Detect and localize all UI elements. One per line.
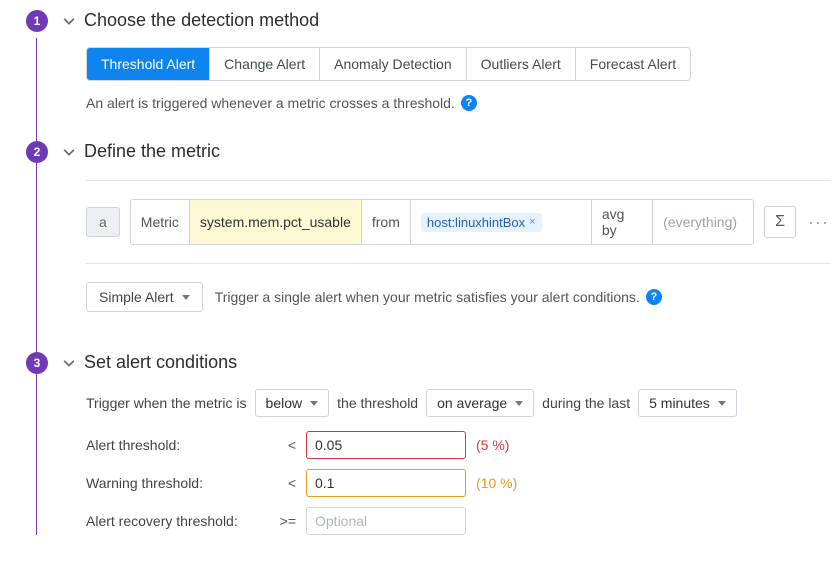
scope-tag-text: host:linuxhintBox	[427, 215, 525, 230]
recovery-threshold-operator: >=	[276, 513, 296, 529]
step1-header[interactable]: Choose the detection method	[62, 10, 831, 31]
metric-label: Metric	[131, 200, 190, 244]
tab-forecast-alert[interactable]: Forecast Alert	[576, 48, 690, 80]
metric-query-builder: Metric system.mem.pct_usable from host:l…	[130, 199, 754, 245]
query-row-label: a	[86, 207, 120, 237]
scope-tag[interactable]: host:linuxhintBox ×	[421, 213, 542, 232]
comparison-dropdown[interactable]: below	[255, 389, 330, 417]
time-window-dropdown[interactable]: 5 minutes	[638, 389, 737, 417]
step3-header[interactable]: Set alert conditions	[62, 352, 831, 373]
tab-threshold-alert[interactable]: Threshold Alert	[87, 48, 210, 80]
warning-threshold-label: Warning threshold:	[86, 475, 266, 491]
chevron-down-icon	[182, 295, 190, 300]
step3-title: Set alert conditions	[84, 352, 237, 373]
alert-threshold-operator: <	[276, 437, 296, 453]
more-icon[interactable]: ···	[806, 212, 831, 233]
sigma-button[interactable]: Σ	[764, 206, 796, 238]
chevron-down-icon	[62, 356, 76, 370]
tab-change-alert[interactable]: Change Alert	[210, 48, 320, 80]
step-number-3: 3	[26, 352, 48, 374]
step2-title: Define the metric	[84, 141, 220, 162]
alert-type-value: Simple Alert	[99, 289, 174, 305]
recovery-threshold-input[interactable]	[306, 507, 466, 535]
cond-text: the threshold	[337, 395, 418, 411]
warning-threshold-input[interactable]	[306, 469, 466, 497]
close-icon[interactable]: ×	[529, 216, 535, 228]
chevron-down-icon	[62, 145, 76, 159]
recovery-threshold-label: Alert recovery threshold:	[86, 513, 266, 529]
metric-input[interactable]: system.mem.pct_usable	[190, 200, 361, 244]
chevron-down-icon	[310, 401, 318, 406]
help-icon[interactable]: ?	[646, 289, 662, 305]
warning-threshold-percent: (10 %)	[476, 475, 517, 491]
chevron-down-icon	[515, 401, 523, 406]
aggregation-dropdown[interactable]: on average	[426, 389, 534, 417]
chevron-down-icon	[62, 14, 76, 28]
step-number-1: 1	[26, 10, 48, 32]
chevron-down-icon	[718, 401, 726, 406]
cond-text: Trigger when the metric is	[86, 395, 247, 411]
alert-type-description: Trigger a single alert when your metric …	[215, 289, 640, 305]
alert-threshold-input[interactable]	[306, 431, 466, 459]
tab-outliers-alert[interactable]: Outliers Alert	[467, 48, 576, 80]
help-icon[interactable]: ?	[461, 95, 477, 111]
from-scope-input[interactable]: host:linuxhintBox ×	[411, 200, 591, 244]
from-label: from	[361, 200, 411, 244]
comparison-value: below	[266, 395, 303, 411]
alert-threshold-label: Alert threshold:	[86, 437, 266, 453]
aggregation-label[interactable]: avg by	[591, 200, 653, 244]
warning-threshold-operator: <	[276, 475, 296, 491]
time-window-value: 5 minutes	[649, 395, 710, 411]
detection-method-description: An alert is triggered whenever a metric …	[86, 95, 455, 111]
step1-title: Choose the detection method	[84, 10, 319, 31]
cond-text: during the last	[542, 395, 630, 411]
alert-type-dropdown[interactable]: Simple Alert	[86, 282, 203, 312]
tab-anomaly-detection[interactable]: Anomaly Detection	[320, 48, 467, 80]
alert-threshold-percent: (5 %)	[476, 437, 509, 453]
step-number-2: 2	[26, 141, 48, 163]
step2-header[interactable]: Define the metric	[62, 141, 831, 162]
detection-method-tabs: Threshold Alert Change Alert Anomaly Det…	[86, 47, 691, 81]
group-by-input[interactable]: (everything)	[653, 200, 753, 244]
aggregation-value: on average	[437, 395, 507, 411]
